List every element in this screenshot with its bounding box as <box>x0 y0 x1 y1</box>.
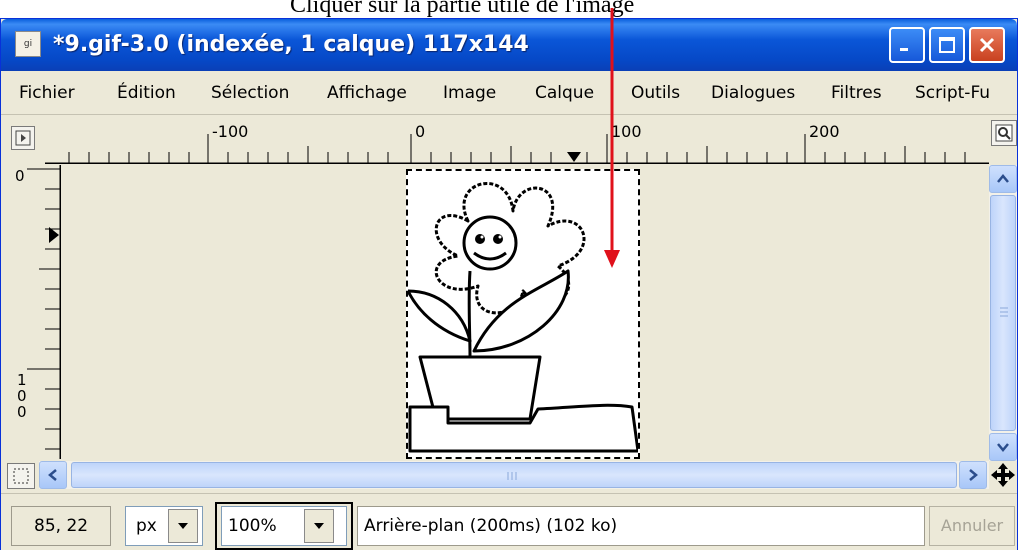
chevron-right-icon <box>969 469 978 481</box>
close-button[interactable] <box>969 27 1005 63</box>
play-icon <box>15 130 31 146</box>
horizontal-scrollbar[interactable] <box>39 461 989 489</box>
chevron-left-icon <box>48 469 57 481</box>
vertical-ruler[interactable]: 0 1 0 0 <box>5 165 61 459</box>
minimize-icon <box>900 48 908 51</box>
vruler-label-digit-2: 0 <box>17 387 27 405</box>
gimp-image-window: gi *9.gif-3.0 (indexée, 1 calque) 117x14… <box>0 18 1018 550</box>
horizontal-scroll-thumb[interactable] <box>71 462 957 488</box>
menu-outils[interactable]: Outils <box>631 81 680 105</box>
chevron-down-icon <box>178 523 188 529</box>
horizontal-ruler-ticks <box>45 134 989 164</box>
menu-edition[interactable]: Édition <box>117 81 176 105</box>
app-icon: gi <box>15 31 41 57</box>
vertical-scrollbar[interactable] <box>989 165 1017 461</box>
image-menu-button[interactable] <box>11 126 35 150</box>
cancel-button[interactable]: Annuler <box>929 506 1015 546</box>
quick-mask-toggle[interactable] <box>7 463 35 489</box>
title-bar[interactable]: gi *9.gif-3.0 (indexée, 1 calque) 117x14… <box>1 19 1017 71</box>
maximize-button[interactable] <box>929 27 965 63</box>
scroll-left-button[interactable] <box>39 461 67 489</box>
image-canvas[interactable] <box>63 165 987 459</box>
status-bar: 85, 22 px 100% Arrière-plan (200ms) (102… <box>1 493 1017 550</box>
hruler-label-0: 0 <box>415 122 426 141</box>
menu-dialogues[interactable]: Dialogues <box>711 81 795 105</box>
hruler-label-100: 100 <box>611 122 642 141</box>
menu-selection[interactable]: Sélection <box>211 81 289 105</box>
horizontal-ruler[interactable]: -100 0 100 200 <box>45 120 989 164</box>
navigate-button[interactable] <box>989 461 1017 489</box>
ruler-pointer-marker <box>567 152 581 162</box>
zoom-value: 100% <box>228 516 277 536</box>
scroll-right-button[interactable] <box>959 461 987 489</box>
menu-fichier[interactable]: Fichier <box>19 81 75 105</box>
menu-affichage[interactable]: Affichage <box>327 81 407 105</box>
window-title: *9.gif-3.0 (indexée, 1 calque) 117x144 <box>53 32 529 57</box>
vruler-label-digit-1: 1 <box>17 371 27 389</box>
chevron-up-icon <box>997 174 1009 183</box>
menu-image[interactable]: Image <box>443 81 496 105</box>
hruler-label-neg100: -100 <box>212 122 249 141</box>
menu-script-fu[interactable]: Script-Fu <box>915 81 990 105</box>
vruler-label-0: 0 <box>15 167 25 185</box>
menu-bar: Fichier Édition Sélection Affichage Imag… <box>1 71 1017 115</box>
unit-value: px <box>136 516 157 536</box>
status-message: Arrière-plan (200ms) (102 ko) <box>357 506 925 546</box>
chevron-down-icon <box>314 523 324 529</box>
annotation-caption: Cliquer sur la partie utile de l'image <box>290 0 635 18</box>
scroll-up-button[interactable] <box>989 165 1017 193</box>
minimize-button[interactable] <box>889 27 925 63</box>
menu-filtres[interactable]: Filtres <box>831 81 882 105</box>
close-icon <box>979 37 995 53</box>
vruler-label-digit-3: 0 <box>17 403 27 421</box>
menu-calque[interactable]: Calque <box>535 81 594 105</box>
unit-dropdown-arrow[interactable] <box>168 509 198 543</box>
quick-mask-icon <box>13 468 29 484</box>
vertical-scroll-thumb[interactable] <box>990 195 1016 431</box>
zoom-icon <box>995 124 1013 142</box>
image-layer[interactable] <box>406 169 640 459</box>
chevron-down-icon <box>997 443 1009 452</box>
unit-selector[interactable]: px <box>125 506 203 546</box>
zoom-dropdown-arrow[interactable] <box>304 509 334 543</box>
hruler-label-200: 200 <box>809 122 840 141</box>
scroll-down-button[interactable] <box>989 433 1017 461</box>
vertical-ruler-ticks <box>27 165 61 459</box>
zoom-image-button[interactable] <box>991 120 1017 146</box>
navigate-icon <box>991 463 1015 487</box>
zoom-selector[interactable]: 100% <box>221 506 347 546</box>
maximize-icon <box>939 37 955 53</box>
flower-pot-drawing <box>406 182 640 453</box>
pointer-coordinates: 85, 22 <box>11 506 111 546</box>
